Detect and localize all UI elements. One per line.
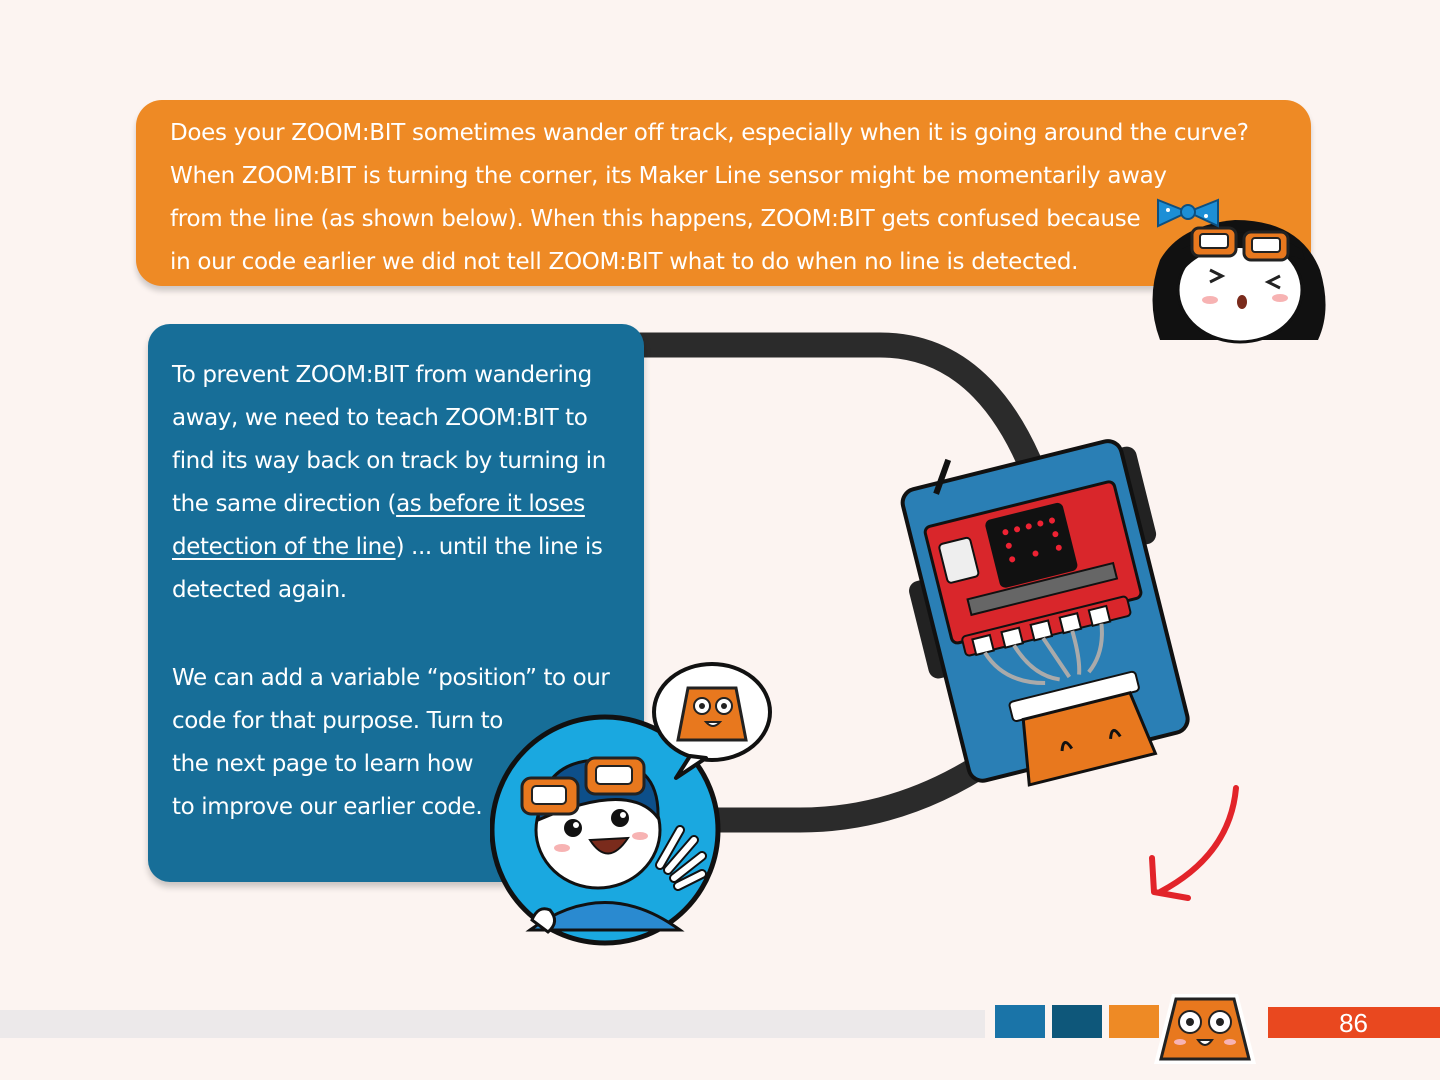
intro-callout: Does your ZOOM:BIT sometimes wander off … [136, 100, 1311, 286]
p1-line-2: away, we need to teach ZOOM:BIT to [172, 405, 588, 431]
footer-square-navy [1052, 1005, 1102, 1038]
intro-line-2: When ZOOM:BIT is turning the corner, its… [170, 163, 1167, 189]
p1-line-4-text: the same direction ( [172, 491, 397, 517]
intro-line-3: from the line (as shown below). When thi… [170, 206, 1141, 232]
page-number: 86 [1339, 1008, 1368, 1038]
p1-line-4: the same direction (as before it loses [172, 483, 632, 526]
underlined-phrase-2: detection of the line [172, 534, 396, 560]
paragraph-2: We can add a variable “position” to our … [172, 657, 610, 829]
p1-line-3: find its way back on track by turning in [172, 448, 606, 474]
p2-line-3: the next page to learn how [172, 751, 474, 777]
p1-line-6: detected again. [172, 577, 347, 603]
robot-top-view [900, 439, 1190, 787]
p1-line-5: detection of the line) ... until the lin… [172, 526, 632, 569]
boy-mascot [490, 662, 772, 946]
underlined-phrase-1: as before it loses [396, 491, 585, 517]
curved-arrow-icon [1149, 785, 1239, 901]
intro-line-1: Does your ZOOM:BIT sometimes wander off … [170, 120, 1249, 146]
intro-line-4: in our code earlier we did not tell ZOOM… [170, 249, 1079, 275]
p2-line-4: to improve our earlier code. [172, 794, 483, 820]
girl-mascot [1152, 198, 1326, 344]
p2-line-2: code for that purpose. Turn to [172, 708, 503, 734]
p1-line-1: To prevent ZOOM:BIT from wandering [172, 362, 592, 388]
footer-bar [0, 1010, 985, 1038]
paragraph-1: To prevent ZOOM:BIT from wandering away,… [172, 354, 632, 612]
footer-square-blue [995, 1005, 1045, 1038]
zoombit-face-icon [1154, 994, 1256, 1064]
p1-line-5-text: ) ... until the line is [395, 534, 603, 560]
p2-line-1: We can add a variable “position” to our [172, 665, 610, 691]
